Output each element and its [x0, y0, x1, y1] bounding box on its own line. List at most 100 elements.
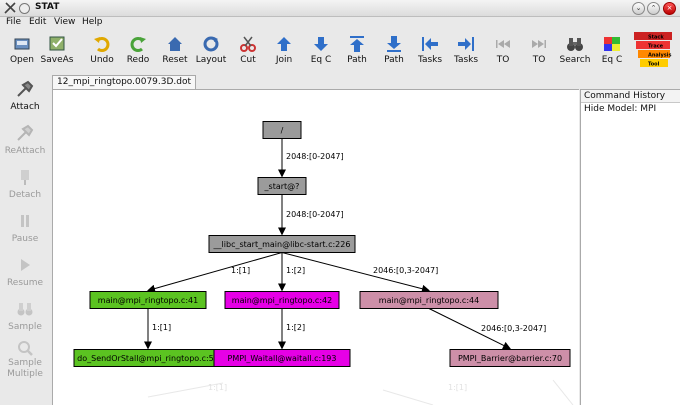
- graph-node[interactable]: do_SendOrStall@mpi_ringtopo.c:58: [73, 349, 223, 367]
- attach-button[interactable]: Attach: [0, 80, 50, 113]
- graph-node[interactable]: main@mpi_ringtopo.c:44: [359, 291, 499, 309]
- cut-button[interactable]: Cut: [231, 32, 265, 72]
- edge-label: 2048:[0-2047]: [286, 210, 344, 219]
- tasks-right-button[interactable]: Tasks: [449, 32, 483, 72]
- edge-label: 2046:[0,3-2047]: [373, 266, 438, 275]
- magnifier-icon: [18, 341, 33, 356]
- node-label: main@mpi_ringtopo.c:42: [232, 296, 332, 305]
- node-label: main@mpi_ringtopo.c:44: [379, 296, 479, 305]
- arrow-left-bar-icon: [422, 37, 438, 51]
- side-panel: Attach ReAttach Detach Pause Resume Samp…: [0, 74, 50, 404]
- join-button[interactable]: Join: [267, 32, 301, 72]
- plug-icon: [17, 124, 34, 141]
- node-label: main@mpi_ringtopo.c:41: [98, 296, 198, 305]
- eqc-down-button[interactable]: Eq C: [304, 32, 338, 72]
- pause-button[interactable]: Pause: [0, 212, 50, 245]
- sample-button[interactable]: Sample: [0, 300, 50, 333]
- edge-label: 1:[2]: [286, 323, 305, 332]
- svg-text:Tool: Tool: [648, 62, 660, 68]
- reattach-button[interactable]: ReAttach: [0, 124, 50, 157]
- node-label: PMPI_Waitall@waitall.c:193: [228, 354, 337, 363]
- history-header: Command History: [581, 90, 680, 103]
- path-up-button[interactable]: Path: [340, 32, 374, 72]
- open-button[interactable]: Open: [5, 32, 39, 72]
- undo-icon: [94, 37, 110, 52]
- search-button[interactable]: Search: [558, 32, 592, 72]
- tab-dot-file[interactable]: 12_mpi_ringtopo.0079.3D.dot: [52, 75, 197, 89]
- binoculars-icon: [17, 303, 33, 316]
- node-label: do_SendOrStall@mpi_ringtopo.c:58: [77, 354, 219, 363]
- graph-edge: [147, 252, 283, 293]
- resume-button[interactable]: Resume: [0, 256, 50, 289]
- edge-label: 2048:[0-2047]: [286, 152, 344, 161]
- node-label: PMPI_Barrier@barrier.c:70: [458, 354, 562, 363]
- node-label: /: [281, 126, 284, 135]
- maximize-button[interactable]: ⌃: [647, 2, 660, 15]
- menu-file[interactable]: File: [6, 17, 21, 27]
- saveas-icon: [49, 36, 65, 51]
- edge-label: 2046:[0,3-2047]: [481, 324, 546, 333]
- arrow-up-icon: [277, 37, 291, 51]
- arrow-down-bar-icon: [387, 36, 401, 52]
- toolbar: Open SaveAs Undo Redo Reset Layout Cut J…: [0, 30, 680, 72]
- arrow-right-bar-icon: [458, 37, 474, 51]
- svg-text:1:[1]: 1:[1]: [448, 383, 467, 392]
- rewind-icon: [496, 40, 510, 48]
- pin-icon[interactable]: [19, 3, 30, 14]
- offscreen-graph-fragment: 1:[1] 1:[1]: [147, 379, 574, 405]
- graph-node[interactable]: main@mpi_ringtopo.c:41: [89, 291, 207, 309]
- to-forward-button[interactable]: TO: [522, 32, 556, 72]
- edge-label: 1:[2]: [286, 266, 305, 275]
- eqc-color-button[interactable]: Eq C: [595, 32, 629, 72]
- graph-node[interactable]: _start@?: [257, 177, 307, 195]
- layout-button[interactable]: Layout: [194, 32, 228, 72]
- scissors-icon: [240, 36, 256, 52]
- play-icon: [21, 259, 30, 271]
- tasks-left-button[interactable]: Tasks: [413, 32, 447, 72]
- edge-label: 1:[1]: [152, 323, 171, 332]
- command-history-panel: Command History Hide Model: MPI: [580, 89, 680, 405]
- reset-button[interactable]: Reset: [158, 32, 192, 72]
- graph-node[interactable]: PMPI_Waitall@waitall.c:193: [213, 349, 351, 367]
- svg-text:Trace: Trace: [648, 44, 664, 50]
- close-button[interactable]: ×: [663, 2, 676, 15]
- sample-multiple-button[interactable]: Sample Multiple: [0, 339, 50, 380]
- arrow-up-bar-icon: [350, 36, 364, 52]
- menu-edit[interactable]: Edit: [29, 17, 46, 27]
- svg-text:Analysis: Analysis: [648, 53, 671, 59]
- window-title: STAT: [35, 2, 60, 12]
- arrow-down-icon: [314, 37, 328, 51]
- plug-icon: [17, 80, 34, 97]
- menu-help[interactable]: Help: [82, 17, 103, 27]
- redo-button[interactable]: Redo: [121, 32, 155, 72]
- svg-text:1:[1]: 1:[1]: [208, 383, 227, 392]
- saveas-button[interactable]: SaveAs: [40, 32, 74, 72]
- node-label: __libc_start_main@libc-start.c:226: [213, 240, 351, 249]
- path-down-button[interactable]: Path: [377, 32, 411, 72]
- pause-icon: [21, 215, 29, 227]
- graph-node[interactable]: PMPI_Barrier@barrier.c:70: [449, 349, 571, 367]
- undo-button[interactable]: Undo: [85, 32, 119, 72]
- fast-forward-icon: [532, 40, 546, 48]
- stat-logo: Stack Trace Analysis Tool: [634, 32, 672, 68]
- reset-icon: [168, 37, 182, 51]
- graph-node[interactable]: __libc_start_main@libc-start.c:226: [208, 235, 356, 253]
- menu-bar: File Edit View Help: [0, 17, 680, 30]
- unplug-icon: [21, 170, 29, 185]
- graph-canvas[interactable]: 2048:[0-2047] 2048:[0-2047] 1:[1] 1:[2] 2046…: [52, 89, 579, 405]
- binoculars-icon: [567, 38, 583, 51]
- color-squares-icon: [604, 37, 620, 51]
- layout-icon: [203, 36, 219, 52]
- app-icon: [4, 2, 16, 14]
- to-back-button[interactable]: TO: [486, 32, 520, 72]
- menu-view[interactable]: View: [54, 17, 75, 27]
- title-bar: STAT ⌄ ⌃ ×: [0, 0, 680, 17]
- svg-text:Stack: Stack: [648, 35, 664, 41]
- node-label: _start@?: [264, 182, 300, 191]
- edge-label: 1:[1]: [231, 266, 250, 275]
- history-item[interactable]: Hide Model: MPI: [581, 103, 680, 115]
- minimize-button[interactable]: ⌄: [632, 2, 645, 15]
- graph-node[interactable]: /: [262, 121, 302, 139]
- graph-node[interactable]: main@mpi_ringtopo.c:42: [224, 291, 340, 309]
- detach-button[interactable]: Detach: [0, 168, 50, 201]
